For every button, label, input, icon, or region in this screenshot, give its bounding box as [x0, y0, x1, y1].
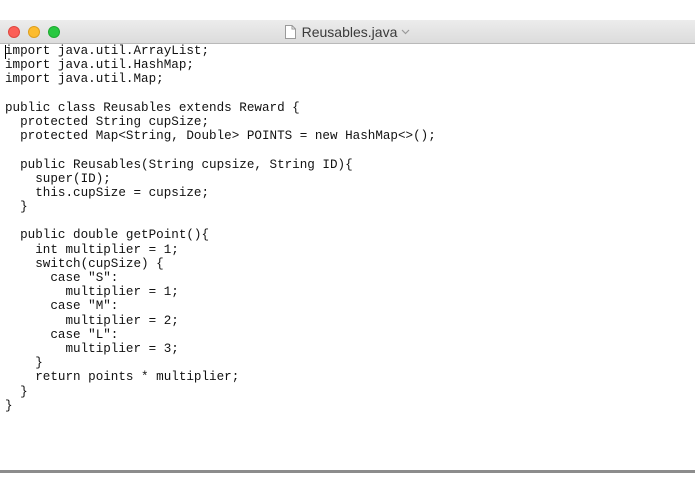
code-line[interactable]: switch(cupSize) {: [5, 257, 695, 271]
code-line[interactable]: case "M":: [5, 299, 695, 313]
code-line[interactable]: }: [5, 385, 695, 399]
code-line[interactable]: super(ID);: [5, 172, 695, 186]
code-line[interactable]: case "L":: [5, 328, 695, 342]
title-bar[interactable]: Reusables.java: [0, 20, 695, 44]
code-line[interactable]: multiplier = 3;: [5, 342, 695, 356]
code-line[interactable]: import java.util.HashMap;: [5, 58, 695, 72]
code-line[interactable]: multiplier = 2;: [5, 314, 695, 328]
window-title-group: Reusables.java: [0, 20, 695, 44]
minimize-button[interactable]: [28, 26, 40, 38]
code-line[interactable]: }: [5, 200, 695, 214]
editor-window: Reusables.java import java.util.ArrayLis…: [0, 20, 695, 472]
window-title[interactable]: Reusables.java: [302, 24, 398, 40]
zoom-button[interactable]: [48, 26, 60, 38]
code-line[interactable]: [5, 143, 695, 157]
chevron-down-icon[interactable]: [401, 29, 410, 35]
code-line[interactable]: }: [5, 356, 695, 370]
code-line[interactable]: this.cupSize = cupsize;: [5, 186, 695, 200]
code-line[interactable]: public class Reusables extends Reward {: [5, 101, 695, 115]
code-line[interactable]: import java.util.Map;: [5, 72, 695, 86]
window-bottom-edge: [0, 470, 695, 473]
code-line[interactable]: import java.util.ArrayList;: [5, 44, 695, 58]
document-icon: [284, 25, 296, 39]
code-line[interactable]: public Reusables(String cupsize, String …: [5, 158, 695, 172]
code-line[interactable]: [5, 87, 695, 101]
code-line[interactable]: protected String cupSize;: [5, 115, 695, 129]
code-line[interactable]: [5, 214, 695, 228]
code-line[interactable]: }: [5, 399, 695, 413]
code-line[interactable]: protected Map<String, Double> POINTS = n…: [5, 129, 695, 143]
code-line[interactable]: multiplier = 1;: [5, 285, 695, 299]
code-line[interactable]: public double getPoint(){: [5, 228, 695, 242]
code-line[interactable]: case "S":: [5, 271, 695, 285]
text-editor[interactable]: import java.util.ArrayList; import java.u…: [0, 44, 695, 470]
text-caret: [5, 45, 6, 59]
close-button[interactable]: [8, 26, 20, 38]
code-line[interactable]: int multiplier = 1;: [5, 243, 695, 257]
code-content[interactable]: import java.util.ArrayList; import java.u…: [5, 44, 695, 413]
code-line[interactable]: return points * multiplier;: [5, 370, 695, 384]
